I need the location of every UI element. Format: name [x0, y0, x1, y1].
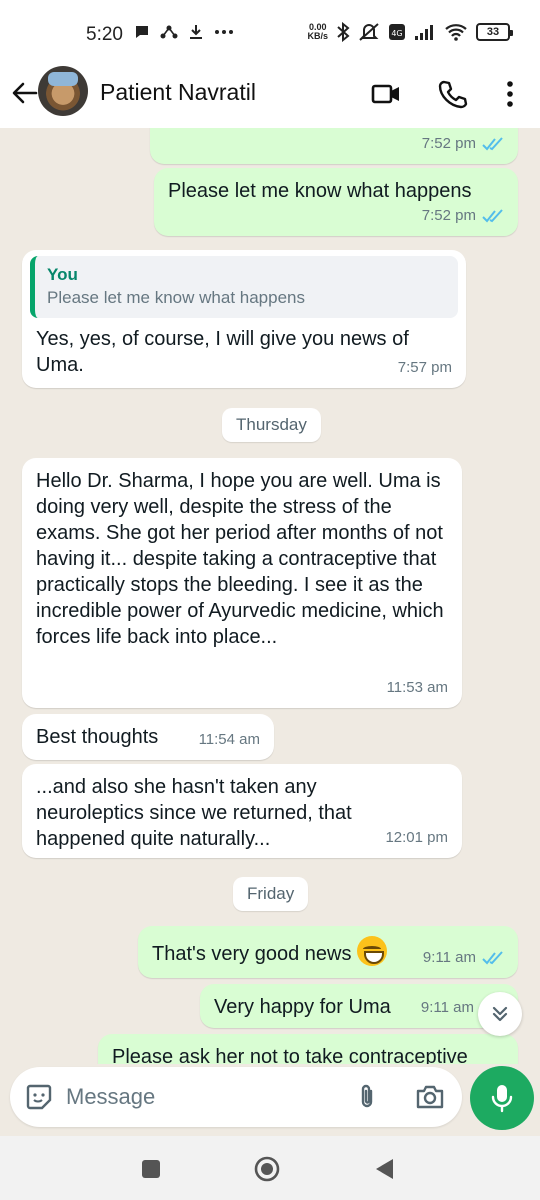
phone-icon[interactable] — [436, 78, 468, 110]
message-meta: 9:11 am — [420, 999, 474, 1016]
quote-author: You — [47, 265, 78, 284]
quote-text: Please let me know what happens — [47, 288, 305, 307]
grinning-face-emoji-icon — [357, 936, 388, 966]
network-speed: 0.00 KB/s — [307, 22, 328, 41]
mute-icon — [359, 23, 379, 41]
message-meta: 7:52 pm — [422, 131, 504, 157]
message-bubble-incoming[interactable]: Hello Dr. Sharma, I hope you are well. U… — [22, 458, 462, 708]
message-bubble-outgoing[interactable]: That's very good news 9:11 am — [138, 926, 518, 978]
share-icon — [160, 25, 178, 39]
read-ticks-icon — [482, 137, 503, 151]
battery-icon: 33 — [476, 23, 513, 41]
message-meta: 11:54 am — [198, 731, 260, 748]
message-text: Yes, yes, of course, I will give you new… — [36, 328, 409, 376]
contact-name[interactable]: Patient Navratil — [100, 79, 256, 106]
message-text: Hello Dr. Sharma, I hope you are well. U… — [36, 470, 444, 648]
message-bubble-incoming[interactable]: You Please let me know what happens Yes,… — [22, 250, 466, 388]
message-text: That's very good news — [152, 943, 352, 965]
signal-icon — [415, 25, 433, 40]
video-call-icon[interactable] — [370, 78, 402, 110]
back-arrow-icon[interactable] — [10, 78, 40, 108]
day-separator: Friday — [233, 877, 309, 911]
message-bubble-outgoing[interactable]: Please let me know what happens 7:52 pm — [154, 168, 518, 236]
more-dots-icon — [215, 30, 233, 34]
notification-icons — [134, 24, 234, 40]
message-bubble-outgoing[interactable]: 7:52 pm — [150, 128, 518, 164]
quoted-reply[interactable]: You Please let me know what happens — [30, 256, 458, 318]
emoji-sticker-icon[interactable] — [24, 1082, 54, 1112]
back-triangle-icon[interactable] — [372, 1156, 398, 1182]
download-icon — [190, 25, 202, 39]
message-bubble-incoming[interactable]: ...and also she hasn't taken any neurole… — [22, 764, 462, 858]
message-bubble-outgoing[interactable]: Very happy for Uma 9:11 am — [200, 984, 518, 1028]
system-icons: 0.00 KB/s 4G 33 — [307, 22, 513, 42]
mic-button[interactable] — [470, 1066, 534, 1130]
camera-icon[interactable] — [414, 1082, 446, 1112]
double-chevron-down-icon — [492, 1006, 508, 1022]
chat-header: Patient Navratil — [0, 62, 540, 128]
chat-messages[interactable]: 7:52 pm Please let me know what happens … — [0, 128, 540, 1064]
menu-dots-icon[interactable] — [494, 78, 526, 110]
chat-bubble-icon — [136, 26, 148, 38]
message-bubble-outgoing[interactable]: Please ask her not to take contraceptive — [98, 1034, 518, 1064]
message-composer — [10, 1067, 462, 1127]
message-text: ...and also she hasn't taken any neurole… — [36, 776, 352, 850]
message-text: Please let me know what happens — [168, 180, 472, 202]
read-ticks-icon — [482, 951, 503, 965]
scroll-to-bottom-button[interactable] — [478, 992, 522, 1036]
message-meta: 12:01 pm — [385, 829, 448, 846]
message-text: Best thoughts — [36, 726, 159, 748]
message-text: Very happy for Uma — [214, 996, 391, 1018]
message-meta: 7:57 pm — [397, 359, 452, 376]
mic-icon — [491, 1085, 513, 1113]
message-meta: 9:11 am — [423, 945, 504, 971]
home-circle-icon[interactable] — [254, 1156, 280, 1182]
message-input[interactable] — [66, 1079, 336, 1115]
svg-text:4G: 4G — [391, 29, 402, 38]
system-nav-bar — [0, 1136, 540, 1200]
status-bar: 5:20 0.00 KB/s 4G 33 — [0, 0, 540, 62]
day-separator: Thursday — [222, 408, 321, 442]
message-meta: 11:53 am — [386, 679, 448, 696]
avatar[interactable] — [38, 66, 88, 116]
status-time: 5:20 — [86, 24, 123, 45]
volte-icon: 4G — [389, 24, 405, 40]
wifi-icon — [445, 24, 467, 41]
bluetooth-icon — [337, 22, 350, 42]
recents-square-icon[interactable] — [138, 1156, 164, 1182]
read-ticks-icon — [482, 209, 503, 223]
message-meta: 7:52 pm — [422, 203, 504, 229]
attach-icon[interactable] — [352, 1082, 382, 1112]
message-text: Please ask her not to take contraceptive — [112, 1046, 468, 1064]
message-bubble-incoming[interactable]: Best thoughts 11:54 am — [22, 714, 274, 760]
